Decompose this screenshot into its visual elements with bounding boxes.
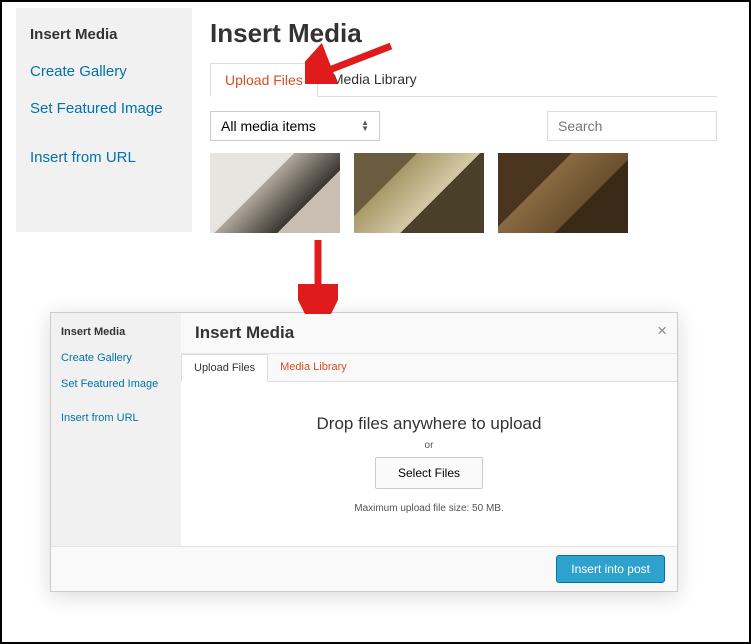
media-filter-select[interactable]: All media items ▲▼ [210,111,380,141]
modal-tabs: Upload Files Media Library [181,354,677,382]
sidebar-item-create-gallery[interactable]: Create Gallery [51,345,181,371]
annotation-arrow-icon [298,236,338,314]
media-thumbnail[interactable] [354,153,484,233]
select-value: All media items [221,118,316,134]
tab-media-library[interactable]: Media Library [268,354,359,381]
media-thumbnail[interactable] [498,153,628,233]
close-button[interactable]: × [657,321,667,341]
upload-max-size-text: Maximum upload file size: 50 MB. [354,503,504,514]
tab-upload-files[interactable]: Upload Files [210,63,318,97]
modal-footer: Insert into post [51,546,677,591]
media-thumbnails [210,153,717,233]
modal-main: Insert Media Upload Files Media Library … [192,8,735,232]
sidebar-heading[interactable]: Insert Media [51,319,181,345]
media-modal-upload-view: Insert Media Create Gallery Set Featured… [50,312,678,592]
dropzone-or-text: or [425,440,434,451]
modal-header: Insert Media × [181,313,677,354]
modal-title: Insert Media [210,8,717,63]
tab-upload-files[interactable]: Upload Files [181,354,268,382]
modal-tabs: Upload Files Media Library [210,63,717,97]
sidebar-item-insert-url[interactable]: Insert from URL [16,139,192,176]
select-stepper-icon: ▲▼ [361,120,369,132]
modal-sidebar: Insert Media Create Gallery Set Featured… [16,8,192,232]
search-input[interactable] [547,111,717,141]
upload-dropzone[interactable]: Drop files anywhere to upload or Select … [181,382,677,546]
sidebar-item-set-featured[interactable]: Set Featured Image [51,371,181,397]
sidebar-item-insert-url[interactable]: Insert from URL [51,405,181,431]
sidebar-item-set-featured[interactable]: Set Featured Image [16,90,192,127]
select-files-button[interactable]: Select Files [375,457,483,489]
media-thumbnail[interactable] [210,153,340,233]
modal-title: Insert Media [195,323,663,343]
modal-sidebar: Insert Media Create Gallery Set Featured… [51,313,181,546]
library-toolbar: All media items ▲▼ [210,97,717,153]
annotation-arrow-icon [305,40,395,84]
sidebar-heading[interactable]: Insert Media [16,16,192,53]
modal-main: Insert Media × Upload Files Media Librar… [181,313,677,546]
sidebar-item-create-gallery[interactable]: Create Gallery [16,53,192,90]
dropzone-title: Drop files anywhere to upload [317,414,542,434]
insert-into-post-button[interactable]: Insert into post [556,555,665,583]
